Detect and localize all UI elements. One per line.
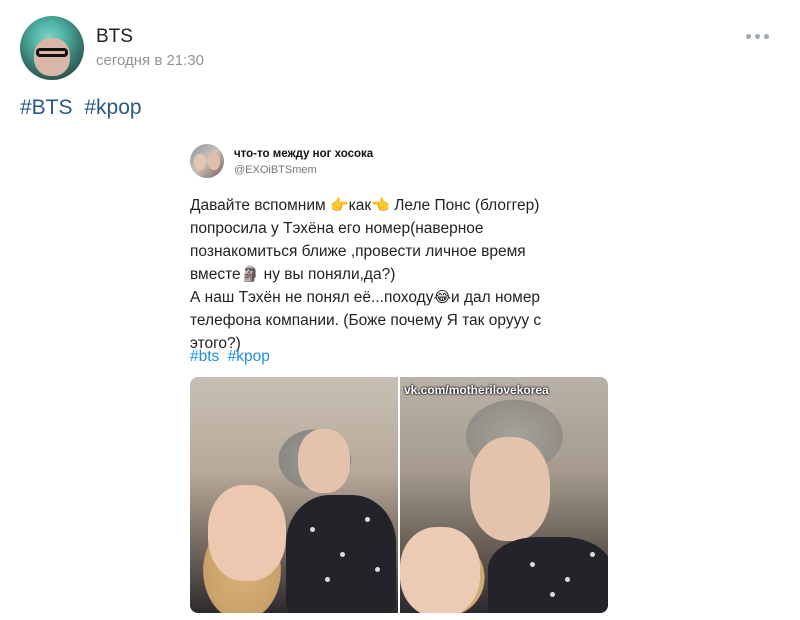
photo-grid: vk.com/motherilovekorea <box>190 377 608 613</box>
embed-tags: #bts #kpop <box>190 348 274 366</box>
photo-left <box>190 377 398 613</box>
embed-tag: #kpop <box>227 348 270 365</box>
joy-icon: 😂 <box>433 288 451 306</box>
text-line-6: телефона компании. (Боже почему Я так ор… <box>190 312 542 329</box>
post-header: BTS сегодня в 21:30 <box>20 16 780 82</box>
avatar-face <box>34 38 70 76</box>
embed-account-name: что-то между ног хосока <box>234 148 374 160</box>
embedded-tweet-image[interactable]: что-то между ног хосока @EXOiBTSmem Дава… <box>188 140 610 615</box>
text-line-2: попросила у Тэхёна его номер(наверное <box>190 220 484 237</box>
hashtag-link[interactable]: #kpop <box>84 96 141 119</box>
photo-right: vk.com/motherilovekorea <box>400 377 608 613</box>
more-horizontal-icon[interactable] <box>746 30 770 42</box>
embed-text: Давайте вспомним 👉как👈 Леле Понс (блогге… <box>190 194 610 355</box>
text-line-4: вместе🗿 ну вы поняли,да?) <box>190 265 396 283</box>
text-line-1: Давайте вспомним 👉как👈 Леле Понс (блогге… <box>190 196 540 214</box>
moai-icon: 🗿 <box>240 265 260 283</box>
point-left-icon: 👈 <box>371 196 390 214</box>
embed-account-avatar <box>190 144 224 178</box>
avatar-glasses <box>36 48 68 57</box>
author-avatar[interactable] <box>20 16 84 80</box>
photo-watermark: vk.com/motherilovekorea <box>404 383 549 397</box>
embed-tag: #bts <box>190 348 220 365</box>
text-line-5: А наш Тэхён не понял её...походу😂и дал н… <box>190 288 541 306</box>
point-right-icon: 👉 <box>329 196 349 214</box>
hashtag-link[interactable]: #BTS <box>20 96 73 119</box>
embed-account-handle: @EXOiBTSmem <box>234 164 317 176</box>
post-time[interactable]: сегодня в 21:30 <box>96 52 204 69</box>
author-name[interactable]: BTS <box>96 26 133 48</box>
text-line-3: познакомиться ближе ,провести личное вре… <box>190 243 526 260</box>
post-hashtags: #BTS #kpop <box>20 96 148 120</box>
